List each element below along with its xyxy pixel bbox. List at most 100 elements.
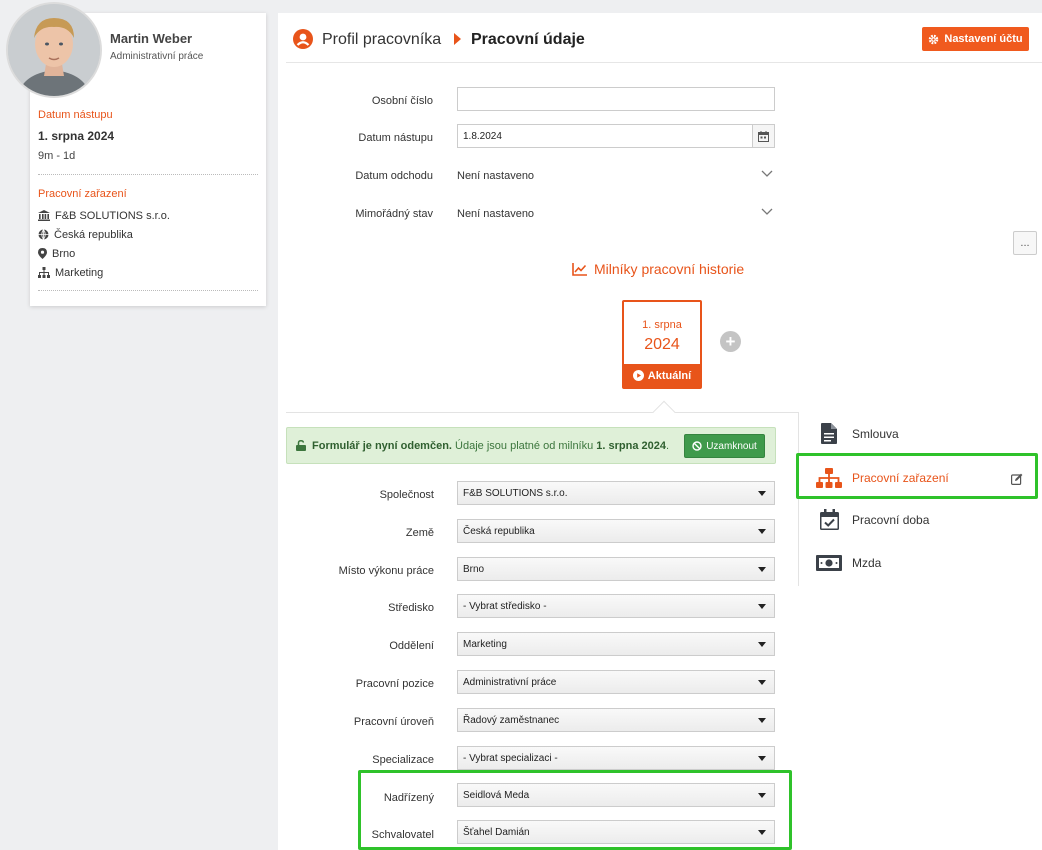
sitemap-icon xyxy=(816,468,842,488)
position-label: Pracovní pozice xyxy=(355,678,434,690)
position-select[interactable]: Administrativní práce xyxy=(457,670,775,694)
cost-center-label: Středisko xyxy=(388,602,434,614)
org-chart-icon xyxy=(38,267,50,278)
side-nav-work-time-label: Pracovní doba xyxy=(852,512,930,527)
caret-down-icon xyxy=(758,604,766,609)
specialization-select-value: - Vybrat specializaci - xyxy=(463,752,558,764)
milestones-title: Milníky pracovní historie xyxy=(572,261,744,277)
department-name: Marketing xyxy=(55,266,104,279)
department-select[interactable]: Marketing xyxy=(457,632,775,656)
document-icon xyxy=(821,423,837,444)
country-row: Česká republika xyxy=(38,228,258,241)
cost-center-select[interactable]: - Vybrat středisko - xyxy=(457,594,775,618)
page-title: Pracovní údaje xyxy=(471,31,585,48)
department-select-value: Marketing xyxy=(463,638,507,650)
profile-card: Martin Weber Administrativní práce Datum… xyxy=(6,2,266,306)
milestones-title-text: Milníky pracovní historie xyxy=(594,261,745,277)
department-row: Marketing xyxy=(38,266,258,279)
caret-down-icon xyxy=(758,529,766,534)
profile-name: Martin Weber xyxy=(110,31,193,46)
lock-button-label: Uzamknout xyxy=(706,440,757,452)
country-select-value: Česká republika xyxy=(463,525,535,537)
map-marker-icon xyxy=(38,248,47,259)
start-date-label: Datum nástupu xyxy=(358,132,433,144)
caret-down-icon xyxy=(758,718,766,723)
side-nav-salary[interactable]: Mzda xyxy=(814,555,881,571)
city-row: Brno xyxy=(38,247,258,260)
country-name: Česká republika xyxy=(54,228,133,241)
play-circle-icon xyxy=(632,370,644,381)
special-status-value: Není nastaveno xyxy=(457,208,535,220)
department-label: Oddělení xyxy=(389,640,434,652)
gear-icon xyxy=(929,34,939,44)
breadcrumb-profile-link[interactable]: Profil pracovníka xyxy=(322,31,441,49)
special-status-select[interactable]: Není nastaveno xyxy=(457,204,775,224)
workplace-select-value: Brno xyxy=(463,563,485,575)
profile-role: Administrativní práce xyxy=(110,51,204,62)
milestone-status-label: Aktuální xyxy=(647,369,692,382)
caret-down-icon xyxy=(758,756,766,761)
divider xyxy=(38,290,258,291)
personal-number-label: Osobní číslo xyxy=(371,95,433,107)
caret-down-icon xyxy=(758,491,766,496)
caret-down-icon xyxy=(758,642,766,647)
specialization-select[interactable]: - Vybrat specializaci - xyxy=(457,746,775,770)
more-options-button[interactable]: ... xyxy=(1013,231,1037,255)
side-nav-contract[interactable]: Smlouva xyxy=(814,423,899,444)
country-select[interactable]: Česká republika xyxy=(457,519,775,543)
start-section: Datum nástupu 1. srpna 2024 9m - 1d xyxy=(38,109,258,175)
lock-button[interactable]: Uzamknout xyxy=(684,434,765,458)
position-select-value: Administrativní práce xyxy=(463,676,557,688)
unlocked-alert: Formulář je nyní odemčen. Údaje jsou pla… xyxy=(286,427,776,464)
company-row: F&B SOLUTIONS s.r.o. xyxy=(38,209,258,222)
alert-text-after: . xyxy=(666,439,670,452)
leave-date-value: Není nastaveno xyxy=(457,170,535,182)
side-nav-work-time[interactable]: Pracovní doba xyxy=(814,509,929,530)
level-label: Pracovní úroveň xyxy=(353,716,434,728)
account-settings-button[interactable]: Nastavení účtu xyxy=(922,27,1029,51)
special-status-label: Mimořádný stav xyxy=(355,208,433,220)
calendar-button[interactable] xyxy=(752,125,774,147)
assignment-section: Pracovní zařazení F&B SOLUTIONS s.r.o. Č… xyxy=(38,188,258,291)
start-date-input[interactable]: 1.8.2024 xyxy=(457,124,775,148)
divider-notch xyxy=(652,400,676,424)
personal-number-input[interactable] xyxy=(457,87,775,111)
alert-date: 1. srpna 2024 xyxy=(596,439,667,452)
globe-icon xyxy=(38,229,49,240)
side-nav-assignment[interactable]: Pracovní zařazení xyxy=(814,468,949,488)
specialization-label: Specializace xyxy=(372,754,434,766)
ban-icon xyxy=(692,441,702,451)
side-nav-salary-label: Mzda xyxy=(852,556,882,570)
alert-text: Formulář je nyní odemčen. Údaje jsou pla… xyxy=(312,440,669,452)
chevron-down-icon xyxy=(761,170,773,177)
start-date: 1. srpna 2024 xyxy=(38,129,115,143)
avatar xyxy=(6,2,102,98)
city-name: Brno xyxy=(52,247,76,260)
company-select-value: F&B SOLUTIONS s.r.o. xyxy=(463,487,568,499)
company-select[interactable]: F&B SOLUTIONS s.r.o. xyxy=(457,481,775,505)
alert-bold: Formulář je nyní odemčen. xyxy=(312,439,452,452)
cost-center-select-value: - Vybrat středisko - xyxy=(463,600,547,612)
leave-date-select[interactable]: Není nastaveno xyxy=(457,166,775,186)
edit-icon[interactable] xyxy=(1011,473,1023,485)
workplace-select[interactable]: Brno xyxy=(457,557,775,581)
country-label: Země xyxy=(405,527,434,539)
money-icon xyxy=(816,555,842,571)
unlock-icon xyxy=(296,440,306,451)
side-nav-contract-label: Smlouva xyxy=(852,426,899,441)
level-select[interactable]: Řadový zaměstnanec xyxy=(457,708,775,732)
leave-date-label: Datum odchodu xyxy=(355,170,433,182)
bank-icon xyxy=(38,210,50,221)
line-chart-icon xyxy=(572,262,587,276)
milestone-day: 1. srpna xyxy=(642,319,682,331)
start-heading: Datum nástupu xyxy=(38,109,113,121)
user-circle-icon xyxy=(293,29,313,49)
breadcrumb-arrow-icon xyxy=(454,33,461,45)
account-settings-label: Nastavení účtu xyxy=(944,33,1023,45)
tenure: 9m - 1d xyxy=(38,150,76,162)
caret-down-icon xyxy=(758,567,766,572)
level-select-value: Řadový zaměstnanec xyxy=(463,714,560,726)
start-date-value: 1.8.2024 xyxy=(463,130,502,142)
add-milestone-button[interactable]: + xyxy=(720,331,741,352)
milestone-card[interactable]: 1. srpna 2024 Aktuální xyxy=(622,300,702,389)
